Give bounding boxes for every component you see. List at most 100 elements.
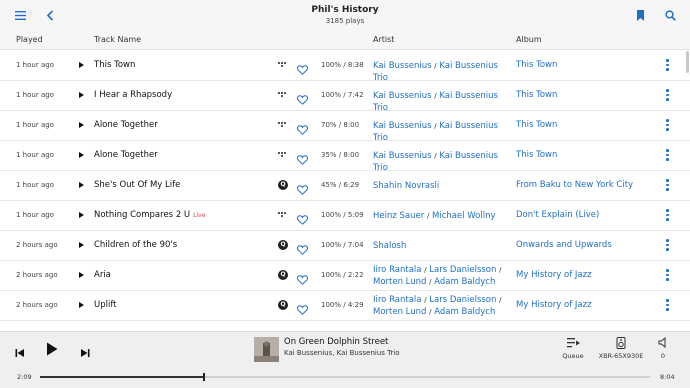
play-track-icon[interactable] bbox=[79, 302, 84, 308]
more-options-icon[interactable] bbox=[666, 119, 670, 133]
track-title: Nothing Compares 2 U bbox=[94, 210, 191, 220]
artist-link[interactable]: Morten Lund bbox=[373, 277, 426, 287]
now-playing-artist[interactable]: Kai Bussenius, Kai Bussenius Trio bbox=[284, 349, 400, 357]
column-header: Played Track Name Artist Album bbox=[0, 30, 690, 50]
more-options-icon[interactable] bbox=[666, 59, 670, 73]
next-icon[interactable] bbox=[80, 343, 90, 362]
history-row[interactable]: 2 hours ago Children of the 90's Q 100% / 7… bbox=[0, 231, 690, 261]
artist-link[interactable]: Shalosh bbox=[373, 241, 406, 251]
more-options-icon[interactable] bbox=[666, 239, 670, 253]
more-options-icon[interactable] bbox=[666, 269, 670, 283]
play-track-icon[interactable] bbox=[79, 62, 84, 68]
artist-link[interactable]: Shahin Novrasli bbox=[373, 181, 439, 191]
track-name[interactable]: I Hear a Rhapsody bbox=[94, 90, 172, 100]
favorite-heart-icon[interactable] bbox=[297, 150, 308, 165]
track-name[interactable]: Aria bbox=[94, 270, 111, 280]
album-link[interactable]: This Town bbox=[516, 90, 656, 100]
artist-link[interactable]: Kai Bussenius bbox=[373, 61, 432, 71]
artist-link[interactable]: Lars Danielsson bbox=[429, 295, 496, 305]
favorite-heart-icon[interactable] bbox=[297, 90, 308, 105]
bookmark-icon[interactable] bbox=[630, 5, 650, 25]
more-options-icon[interactable] bbox=[666, 149, 670, 163]
album-link[interactable]: My History of Jazz bbox=[516, 270, 656, 280]
volume-button[interactable]: 0 bbox=[656, 336, 670, 360]
seek-bar-handle[interactable] bbox=[202, 373, 205, 381]
more-options-icon[interactable] bbox=[666, 179, 670, 193]
zone-button[interactable]: XBR-65X930E bbox=[594, 337, 648, 360]
more-options-icon[interactable] bbox=[666, 299, 670, 313]
artist-link[interactable]: Lars Danielsson bbox=[429, 265, 496, 275]
album-link[interactable]: Don't Explain (Live) bbox=[516, 210, 656, 220]
history-row[interactable]: 1 hour ago This Town 100% / 8:38 Kai Bussen… bbox=[0, 51, 690, 83]
history-row[interactable]: 1 hour ago She's Out Of My Life Q 45% / 6:2… bbox=[0, 171, 690, 201]
track-name[interactable]: This Town bbox=[94, 60, 135, 70]
favorite-heart-icon[interactable] bbox=[297, 60, 308, 75]
artist-link[interactable]: Iiro Rantala bbox=[373, 295, 422, 305]
favorite-heart-icon[interactable] bbox=[297, 270, 308, 285]
played-time: 2 hours ago bbox=[16, 301, 58, 309]
scrollbar[interactable] bbox=[686, 51, 689, 73]
play-progress: 100% / 2:22 bbox=[321, 271, 364, 279]
track-title: Children of the 90's bbox=[94, 240, 178, 250]
artist-link[interactable]: Heinz Sauer bbox=[373, 211, 424, 221]
play-track-icon[interactable] bbox=[79, 122, 84, 128]
album-link[interactable]: This Town bbox=[516, 60, 656, 70]
more-options-icon[interactable] bbox=[666, 89, 670, 103]
album-link[interactable]: Onwards and Upwards bbox=[516, 240, 656, 250]
artist-separator: / bbox=[434, 92, 437, 100]
play-track-icon[interactable] bbox=[79, 92, 84, 98]
play-track-icon[interactable] bbox=[79, 242, 84, 248]
play-track-icon[interactable] bbox=[79, 272, 84, 278]
previous-icon[interactable] bbox=[15, 343, 25, 362]
artist-separator: / bbox=[426, 212, 430, 220]
history-row[interactable]: 2 hours ago Aria Q 100% / 2:22 Iiro Rantala … bbox=[0, 261, 690, 291]
search-icon[interactable] bbox=[660, 5, 680, 25]
artist-link[interactable]: Morten Lund bbox=[373, 307, 426, 317]
play-track-icon[interactable] bbox=[79, 182, 84, 188]
favorite-heart-icon[interactable] bbox=[297, 300, 308, 315]
history-row[interactable]: 1 hour ago Alone Together 70% / 8:00 Kai Bu… bbox=[0, 111, 690, 143]
artist-link[interactable]: Adam Baldych bbox=[434, 277, 495, 287]
artist-link[interactable]: Iiro Rantala bbox=[373, 265, 422, 275]
favorite-heart-icon[interactable] bbox=[297, 210, 308, 225]
play-count: 3185 plays bbox=[325, 17, 365, 25]
album-link[interactable]: My History of Jazz bbox=[516, 300, 656, 310]
column-track-name[interactable]: Track Name bbox=[94, 35, 141, 44]
more-options-icon[interactable] bbox=[666, 209, 670, 223]
column-played[interactable]: Played bbox=[16, 35, 43, 44]
track-name[interactable]: Alone Together bbox=[94, 120, 158, 130]
favorite-heart-icon[interactable] bbox=[297, 120, 308, 135]
play-track-icon[interactable] bbox=[79, 212, 84, 218]
column-album[interactable]: Album bbox=[516, 35, 542, 44]
track-name[interactable]: Children of the 90's bbox=[94, 240, 177, 250]
history-row[interactable]: 2 hours ago Uplift Q 100% / 4:29 Iiro Rantal… bbox=[0, 291, 690, 321]
artist-link[interactable]: Kai Bussenius bbox=[373, 121, 432, 131]
album-link[interactable]: From Baku to New York City bbox=[516, 180, 656, 190]
album-art[interactable] bbox=[254, 337, 279, 362]
now-playing-title[interactable]: On Green Dolphin Street bbox=[284, 337, 388, 347]
history-row[interactable]: 1 hour ago Alone Together 35% / 8:00 Kai Bu… bbox=[0, 141, 690, 173]
track-name[interactable]: Uplift bbox=[94, 300, 117, 310]
history-row[interactable]: 1 hour ago I Hear a Rhapsody 100% / 7:42 Ka… bbox=[0, 81, 690, 113]
artist-link[interactable]: Kai Bussenius bbox=[373, 151, 432, 161]
album-link[interactable]: This Town bbox=[516, 120, 656, 130]
artist-separator: / bbox=[434, 62, 437, 70]
track-name[interactable]: She's Out Of My Life bbox=[94, 180, 180, 190]
artist-link[interactable]: Kai Bussenius bbox=[373, 91, 432, 101]
album-link[interactable]: This Town bbox=[516, 150, 656, 160]
favorite-heart-icon[interactable] bbox=[297, 180, 308, 195]
seek-bar[interactable] bbox=[40, 373, 650, 381]
play-icon[interactable] bbox=[46, 341, 58, 360]
queue-button[interactable]: Queue bbox=[561, 337, 585, 360]
track-title: I Hear a Rhapsody bbox=[94, 90, 173, 100]
column-artist[interactable]: Artist bbox=[373, 35, 394, 44]
track-name[interactable]: Alone Together bbox=[94, 150, 158, 160]
play-track-icon[interactable] bbox=[79, 152, 84, 158]
artist-link[interactable]: Michael Wollny bbox=[432, 211, 496, 221]
history-row[interactable]: Iiro Rantala / Lars Danielsson bbox=[0, 321, 690, 331]
track-name[interactable]: Nothing Compares 2 U Live bbox=[94, 210, 205, 220]
history-row[interactable]: 1 hour ago Nothing Compares 2 U Live 100% /… bbox=[0, 201, 690, 231]
played-time: 1 hour ago bbox=[16, 91, 54, 99]
artist-link[interactable]: Adam Baldych bbox=[434, 307, 495, 317]
favorite-heart-icon[interactable] bbox=[297, 240, 308, 255]
